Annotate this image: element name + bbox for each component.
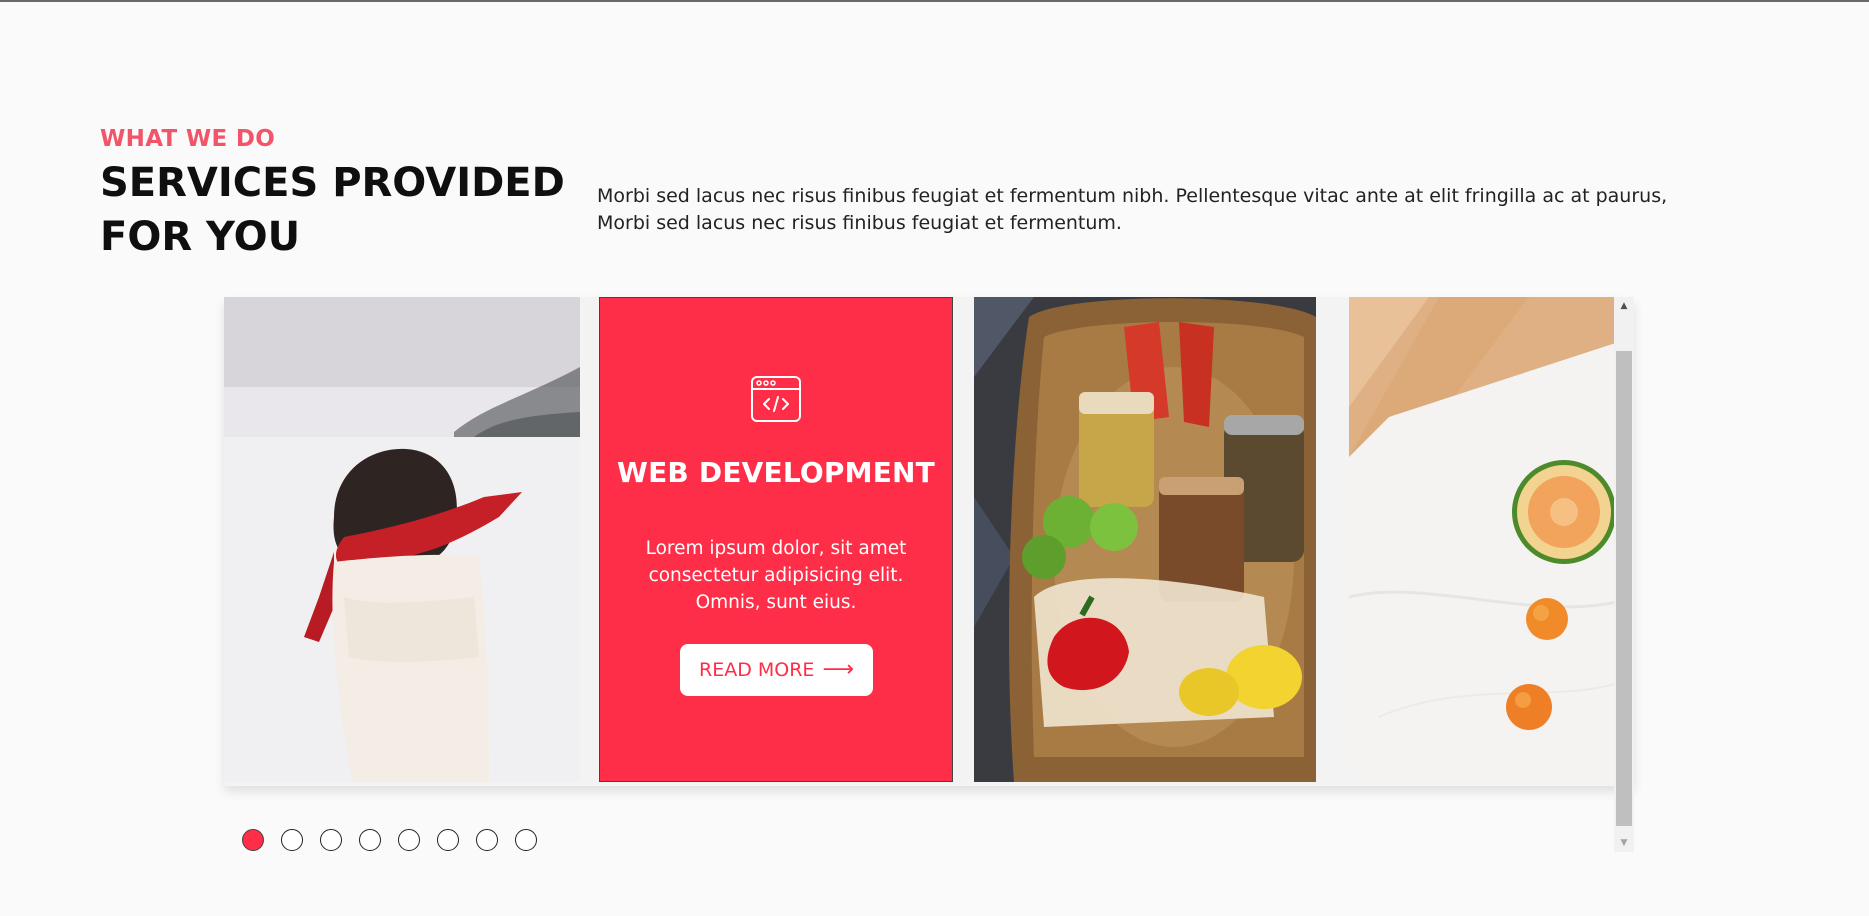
scroll-up-arrow-icon[interactable]: ▲ [1614,297,1634,315]
section-title-line-1: SERVICES PROVIDED [100,160,565,206]
pagination-dot-4[interactable] [359,829,381,851]
pagination-dot-6[interactable] [437,829,459,851]
carousel-pagination [242,829,537,851]
read-more-button[interactable]: READ MORE ⟶ [680,644,873,696]
arrow-right-icon: ⟶ [822,657,854,682]
pagination-dot-8[interactable] [515,829,537,851]
section-eyebrow: WHAT WE DO [100,126,276,152]
pagination-dot-7[interactable] [476,829,498,851]
pagination-dot-1[interactable] [242,829,264,851]
scroll-down-arrow-icon[interactable]: ▼ [1614,834,1634,852]
section-title: SERVICES PROVIDED FOR YOU [100,156,565,264]
carousel-scrollbar[interactable]: ▲ ▼ [1614,297,1634,852]
pagination-dot-3[interactable] [320,829,342,851]
code-window-icon [751,376,801,422]
read-more-label: READ MORE [699,659,815,681]
card-title: WEB DEVELOPMENT [617,456,935,489]
card-description: Lorem ipsum dolor, sit amet consectetur … [645,538,907,613]
services-carousel: WEB DEVELOPMENT Lorem ipsum dolor, sit a… [224,297,1634,786]
carousel-card-web-development: WEB DEVELOPMENT Lorem ipsum dolor, sit a… [599,297,953,782]
basket-of-vegetables-image [974,297,1316,782]
woman-in-snow-image [224,297,580,782]
top-border [0,0,1869,2]
carousel-card-image-fruit[interactable] [1349,297,1634,782]
fruit-on-table-image [1349,297,1634,782]
section-intro: Morbi sed lacus nec risus finibus feugia… [597,185,1668,234]
carousel-card-image-woman[interactable] [224,297,580,782]
scrollbar-thumb[interactable] [1616,351,1632,826]
pagination-dot-2[interactable] [281,829,303,851]
carousel-card-image-basket[interactable] [974,297,1316,782]
pagination-dot-5[interactable] [398,829,420,851]
section-title-line-2: FOR YOU [100,214,301,260]
